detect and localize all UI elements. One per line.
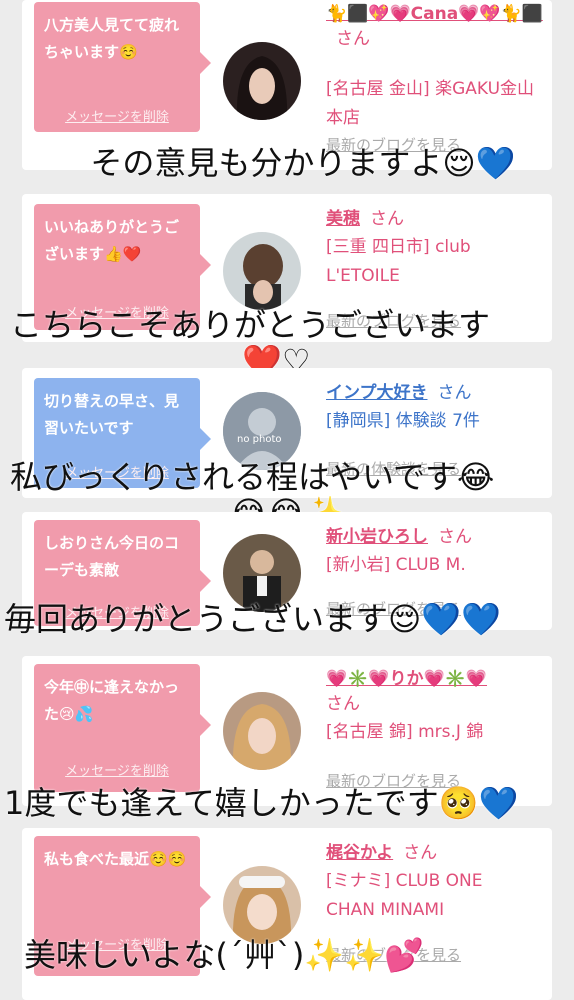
reply-caption: 私びっくりされる程はやいです😂 [10,458,495,496]
message-text: いいねありがとうございます👍❤️ [44,218,180,263]
reply-caption: 毎回ありがとうございます😌💙💙 [4,600,502,638]
no-photo-label: no photo [237,434,282,445]
avatar[interactable] [223,42,301,120]
sender-name[interactable]: インプ大好き [326,383,428,403]
reply-caption: こちらこそありがとうございます [10,306,491,344]
sender-name[interactable]: 💗✳️💗りか💗✳️💗 [326,669,487,689]
message-text: しおりさん今日のコーデも素敵 [44,534,180,579]
reply-caption: 1度でも逢えて嬉しかったです🥺💙 [4,784,519,822]
honorific: さん [403,843,438,863]
message-bubble: 今年㊥に逢えなかった😢💦 メッセージを削除 [34,664,211,792]
delete-message-link[interactable]: メッセージを削除 [34,104,200,131]
shop-link[interactable]: [三重 四日市] club L'ETOILE [326,233,506,291]
message-text: 私も食べた最近☺️☺️ [44,850,187,868]
sender-name[interactable]: 🐈⬛💖💗Cana💗💖🐈⬛ [326,4,543,24]
sender-info: 梶谷かよ さん [ミナミ] CLUB ONE CHAN MINAMI [326,838,544,925]
sender-name[interactable]: 美穂 [326,209,360,229]
message-text: 切り替えの早さ、見習いたいです [44,392,180,437]
avatar[interactable] [223,232,301,310]
message-bubble: 八方美人見てて疲れちゃいます☺️ メッセージを削除 [34,2,211,132]
shop-link[interactable]: [名古屋 錦] mrs.J 錦 [326,718,544,747]
reply-caption: その意見も分かりますよ😌💙 [90,144,516,182]
honorific: さん [370,209,404,229]
avatar[interactable] [223,692,301,770]
honorific: さん [336,29,370,49]
shop-link[interactable]: [新小岩] CLUB M. [326,551,544,580]
sender-info: 🐈⬛💖💗Cana💗💖🐈⬛ さん [名古屋 金山] 楽GAKU金山本店 [326,4,544,133]
sender-name[interactable]: 梶谷かよ [326,843,393,863]
sender-name[interactable]: 新小岩ひろし [326,527,428,547]
sender-info: 美穂 さん [三重 四日市] club L'ETOILE [326,204,544,291]
sender-info: 💗✳️💗りか💗✳️💗 さん [名古屋 錦] mrs.J 錦 [326,664,544,747]
sender-info: インプ大好き さん [静岡県] 体験談 7件 [326,378,544,436]
message-text: 今年㊥に逢えなかった😢💦 [44,678,180,723]
shop-link[interactable]: [ミナミ] CLUB ONE CHAN MINAMI [326,867,526,925]
sender-info: 新小岩ひろし さん [新小岩] CLUB M. [326,522,544,580]
shop-link[interactable]: [名古屋 金山] 楽GAKU金山本店 [326,75,544,133]
reply-caption: 美味しいよな(´艸`)✨✨💕 [24,936,424,974]
honorific: さん [326,694,360,714]
shop-link[interactable]: [静岡県] 体験談 7件 [326,407,544,436]
honorific: さん [437,383,472,403]
honorific: さん [438,527,472,547]
message-text: 八方美人見てて疲れちゃいます☺️ [44,16,180,61]
